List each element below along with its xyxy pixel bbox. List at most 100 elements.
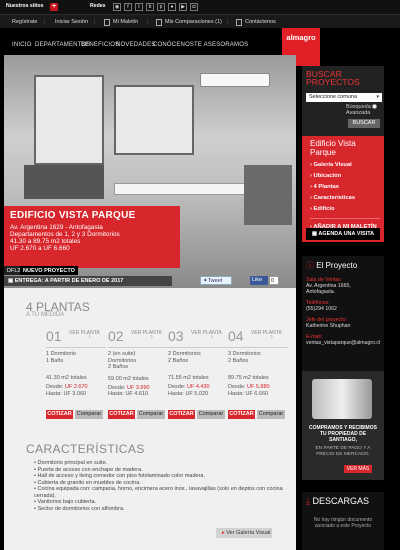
menu-ubicacion[interactable]: Ubicación	[310, 173, 380, 179]
nav-divider: |	[94, 19, 96, 25]
agenda-visita-button[interactable]: ▦ AGENDA UNA VISITA	[306, 228, 380, 240]
cotizar-button[interactable]: COTIZAR	[46, 410, 73, 419]
nav-divider: |	[44, 19, 46, 25]
menu-divider	[310, 218, 380, 219]
desde-label: Desde:	[46, 384, 64, 390]
hasta-label: Hasta:	[168, 390, 184, 397]
like-label: Like	[252, 277, 263, 283]
instagram-icon[interactable]: ◘	[190, 3, 198, 11]
dining-table	[114, 183, 254, 195]
planta-area: 71.55 m2 totales	[168, 375, 209, 381]
menu-edificio[interactable]: Edificio	[310, 206, 380, 212]
sites-plus-button[interactable]: +	[50, 3, 58, 11]
ver-mas-button[interactable]: VER MÁS	[344, 465, 372, 473]
desde-value: UF 4.430	[186, 384, 210, 390]
nav-inicio[interactable]: INICIO	[12, 42, 32, 48]
sofa	[24, 165, 104, 199]
tweet-button[interactable]: ✦Tweet	[200, 276, 232, 285]
rss-icon[interactable]: ◉	[113, 3, 121, 11]
busqueda-radio[interactable]	[372, 104, 377, 109]
content-panel: 4 PLANTAS A TU MEDIDA 01 VER PLANTA › 1 …	[4, 288, 296, 550]
ver-planta-link[interactable]: VER PLANTA	[251, 330, 282, 337]
twitter-icon[interactable]: t	[135, 3, 143, 11]
ver-planta-link[interactable]: VER PLANTA	[69, 330, 100, 337]
mi-maletin-link[interactable]: Mi Maletín	[113, 19, 138, 25]
hasta-label: Hasta:	[46, 390, 62, 397]
ver-planta-link[interactable]: VER PLANTA	[191, 330, 222, 337]
arrow-right-icon[interactable]: ›	[210, 331, 213, 341]
mail-icon	[236, 19, 242, 26]
nav-novedades[interactable]: NOVEDADES	[116, 42, 155, 48]
keys-headline: COMPRAMOS Y RECIBIMOS TU PROPIEDAD DE SA…	[309, 425, 377, 443]
project-info-panel: ⓘ El Proyecto Sala de Ventas Av. Argenti…	[302, 256, 384, 371]
planta-hasta: Hasta: UF 6.660	[228, 391, 288, 398]
hero-metraje: 41.30 a 89.75 m2 totales	[10, 238, 81, 245]
telefono-value[interactable]: (55)294 1062	[306, 306, 380, 312]
hasta-value: UF 4.610	[125, 391, 149, 397]
tweet-label: Tweet	[207, 278, 223, 284]
ver-galeria-button[interactable]: Ver Galería Visual	[216, 528, 272, 538]
keys-image	[312, 379, 372, 419]
cotizar-button[interactable]: COTIZAR	[228, 410, 255, 419]
keys-ad: COMPRAMOS Y RECIBIMOS TU PROPIEDAD DE SA…	[302, 371, 384, 480]
hasta-value: UF 6.660	[245, 390, 269, 397]
cotizar-button[interactable]: COTIZAR	[108, 410, 135, 419]
jefe-value: Katherine Shuphan	[306, 323, 351, 329]
planta-area: 41.30 m2 totales	[46, 375, 87, 381]
planta-hasta: Hasta: UF 5.020	[168, 391, 228, 398]
blog-icon[interactable]: b	[146, 3, 154, 11]
facebook-icon[interactable]: f	[124, 3, 132, 11]
planta-area: 89.75 m2 totales	[228, 375, 269, 381]
cotizar-button[interactable]: COTIZAR	[168, 410, 195, 419]
mis-comparaciones-link[interactable]: Mis Comparaciones (1)	[165, 19, 222, 25]
calendar-icon: ▣	[8, 278, 15, 284]
info-icon: ⓘ	[306, 261, 317, 270]
comparar-button[interactable]: Comparar	[137, 410, 165, 419]
keys-subline: EN PARTE DE PAGO Y A PRECIO DE MERCADO.	[315, 446, 371, 457]
planta-divider	[168, 347, 228, 348]
ver-planta-link[interactable]: VER PLANTA	[131, 330, 162, 337]
youtube-icon[interactable]: ▶	[179, 3, 187, 11]
hasta-value: UF 3.060	[63, 390, 87, 397]
nav-te-asesoramos[interactable]: TE ASESORAMOS	[194, 42, 248, 48]
buscar-button[interactable]: BUSCAR	[348, 119, 380, 128]
registrate-link[interactable]: Regístrate	[12, 19, 37, 25]
email-value[interactable]: ventas_vistaparque@almagro.cl	[306, 340, 380, 346]
comparar-button[interactable]: Comparar	[75, 410, 103, 419]
descargas-title: ⤓ DESCARGAS	[306, 496, 380, 507]
arrow-right-icon[interactable]: ›	[88, 331, 91, 341]
nav-beneficios[interactable]: BENEFICIOS	[81, 42, 119, 48]
contactenos-link[interactable]: Contáctenos	[245, 19, 276, 25]
hasta-label: Hasta:	[228, 390, 244, 397]
menu-caracteristicas[interactable]: Características	[310, 195, 380, 201]
arrow-right-icon[interactable]: ›	[150, 331, 153, 341]
comparar-button[interactable]: Comparar	[197, 410, 225, 419]
nav-conocenos[interactable]: CONÓCENOS	[153, 42, 194, 48]
caracteristicas-list: Dormitorio principal en suite. Puerta de…	[34, 460, 284, 512]
hasta-value: UF 5.020	[185, 390, 209, 397]
planta-hasta: Hasta: UF 3.060	[46, 391, 106, 398]
hero-info-box: EDIFICIO VISTA PARQUE Av. Argentina 1629…	[4, 206, 180, 268]
nav-divider: |	[227, 19, 229, 25]
iniciar-sesion-link[interactable]: Iniciar Sesión	[55, 19, 88, 25]
chair	[244, 165, 292, 225]
redes-label: Redes	[90, 3, 106, 9]
flickr-icon[interactable]: ●	[168, 3, 176, 11]
fb-like-button[interactable]: Like	[250, 276, 268, 285]
nav-divider: |	[147, 19, 149, 25]
comuna-select[interactable]: Seleccione comuna	[306, 93, 382, 102]
planta-line: 2 Baños	[108, 364, 129, 370]
desde-value: UF 2.670	[64, 384, 88, 390]
comparar-button[interactable]: Comparar	[257, 410, 285, 419]
menu-plantas[interactable]: 4 Plantas	[310, 184, 380, 190]
planta-area: 59.00 m2 totales	[108, 375, 149, 382]
hero-precio: UF 2.670 a UF 6.660	[10, 245, 70, 252]
pinterest-icon[interactable]: p	[157, 3, 165, 11]
planta-line: 1 Baño	[46, 357, 64, 364]
planta-divider	[46, 347, 106, 348]
desde-label: Desde:	[108, 384, 126, 391]
desde-value: UF 5.880	[246, 384, 270, 390]
arrow-right-icon[interactable]: ›	[270, 331, 273, 341]
descargas-title-text: DESCARGAS	[312, 496, 369, 506]
menu-galeria[interactable]: Galería Visual	[310, 162, 380, 168]
